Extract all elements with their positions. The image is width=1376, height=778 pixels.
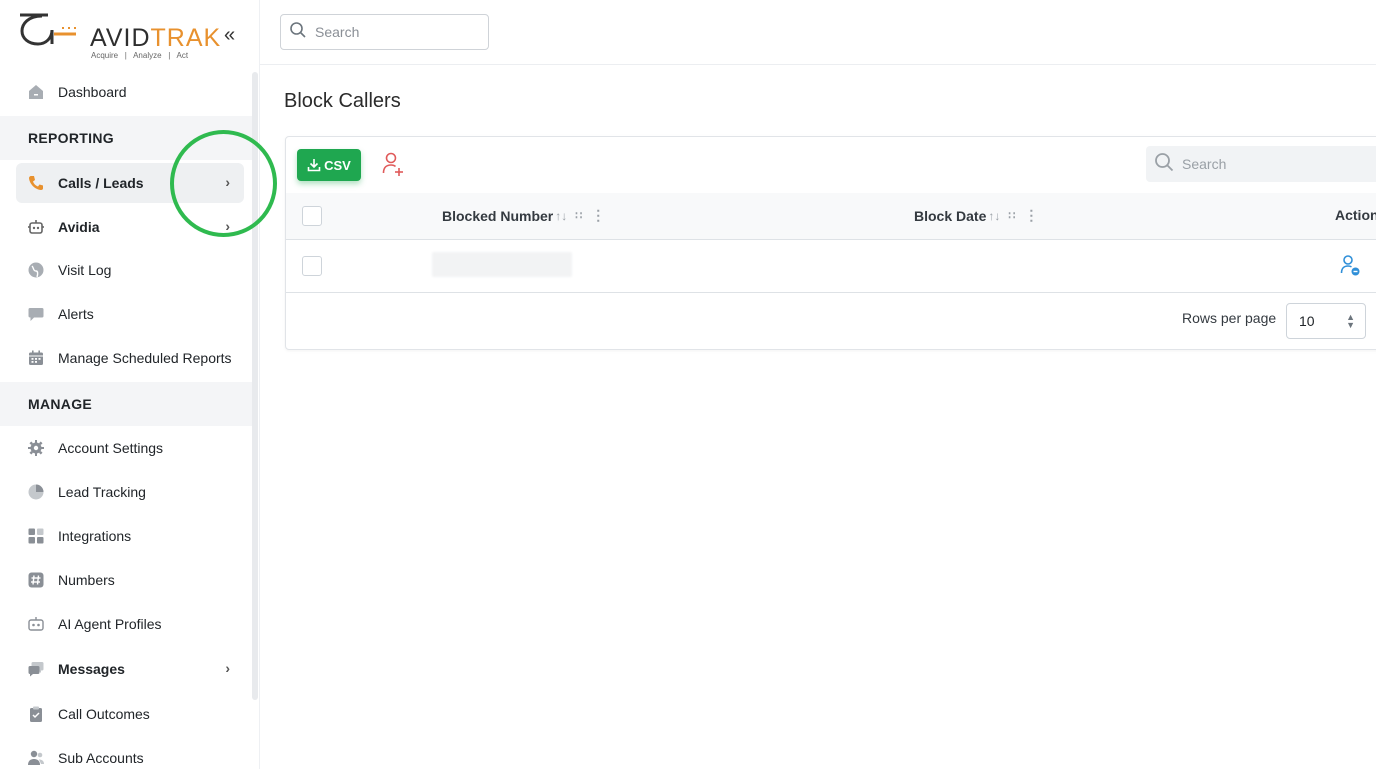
brand-wordmark: AVIDTRAK bbox=[90, 24, 222, 52]
sidebar-item-label: Manage Scheduled Reports bbox=[58, 350, 232, 366]
sidebar-item-messages[interactable]: Messages › bbox=[16, 649, 244, 689]
globe-icon bbox=[26, 260, 46, 280]
column-label: Blocked Number bbox=[442, 207, 554, 224]
sidebar-item-label: Dashboard bbox=[58, 84, 127, 100]
sidebar-item-lead-tracking[interactable]: Lead Tracking bbox=[16, 472, 244, 512]
section-reporting: REPORTING bbox=[0, 116, 252, 160]
chevron-right-icon[interactable]: › bbox=[225, 218, 230, 234]
sidebar-item-label: Numbers bbox=[58, 572, 115, 588]
avidtrak-logo-mark bbox=[20, 13, 76, 46]
sidebar-item-label: Visit Log bbox=[58, 262, 112, 278]
column-header-block-date[interactable]: Block Date ↑↓ ∷ ⋮ bbox=[914, 207, 1038, 224]
gear-icon bbox=[26, 438, 46, 458]
sidebar-item-label: Call Outcomes bbox=[58, 706, 150, 722]
sidebar-item-label: Avidia bbox=[58, 219, 100, 235]
users-icon bbox=[26, 748, 46, 768]
home-icon bbox=[26, 82, 46, 102]
sort-icon[interactable]: ↑↓ bbox=[555, 209, 567, 223]
sidebar-item-visit-log[interactable]: Visit Log bbox=[16, 250, 244, 290]
sidebar-item-ai-agent-profiles[interactable]: AI Agent Profiles bbox=[16, 604, 244, 644]
top-bar bbox=[260, 0, 1376, 65]
sidebar-item-calls-leads[interactable]: Calls / Leads › bbox=[16, 163, 244, 203]
table-search-input[interactable] bbox=[1182, 156, 1372, 172]
sidebar-item-label: AI Agent Profiles bbox=[58, 616, 162, 632]
sidebar-item-label: Account Settings bbox=[58, 440, 164, 456]
calendar-icon bbox=[26, 348, 46, 368]
sidebar-item-account-settings[interactable]: Account Settings bbox=[16, 428, 244, 468]
sidebar-item-label: Sub Accounts bbox=[58, 750, 144, 766]
sidebar-item-label: Lead Tracking bbox=[58, 484, 146, 500]
sidebar-item-integrations[interactable]: Integrations bbox=[16, 516, 244, 556]
block-callers-table-card: CSV Blocked Number ↑↓ ∷ ⋮ Block Date ↑↓ … bbox=[285, 136, 1376, 350]
column-label: Action bbox=[1335, 207, 1376, 223]
unblock-caller-button[interactable] bbox=[1340, 254, 1362, 278]
sidebar-item-avidia[interactable]: Avidia › bbox=[16, 207, 244, 247]
global-search[interactable] bbox=[280, 14, 489, 50]
row-checkbox[interactable] bbox=[302, 256, 322, 276]
chevron-right-icon[interactable]: › bbox=[225, 660, 230, 676]
rows-per-page-label: Rows per page bbox=[1182, 310, 1277, 326]
add-user-icon bbox=[382, 152, 403, 176]
column-label: Block Date bbox=[914, 207, 987, 224]
sidebar-item-numbers[interactable]: Numbers bbox=[16, 560, 244, 600]
export-csv-button[interactable]: CSV bbox=[297, 149, 361, 181]
brand-logo[interactable]: AVIDTRAK Acquire | Analyze | Act bbox=[18, 10, 222, 62]
page-title: Block Callers bbox=[284, 90, 401, 112]
csv-label: CSV bbox=[324, 157, 351, 173]
sidebar: AVIDTRAK Acquire | Analyze | Act « Dashb… bbox=[0, 0, 260, 769]
table-search[interactable] bbox=[1146, 146, 1376, 182]
download-icon bbox=[307, 159, 321, 172]
rows-per-page-select[interactable]: 10 ▲ ▼ bbox=[1286, 303, 1366, 339]
column-header-blocked-number[interactable]: Blocked Number ↑↓ ∷ ⋮ bbox=[442, 207, 605, 224]
column-menu-icon[interactable]: ⋮ bbox=[1024, 207, 1038, 224]
chat-icon bbox=[26, 304, 46, 324]
sidebar-item-manage-scheduled-reports[interactable]: Manage Scheduled Reports bbox=[16, 338, 244, 378]
search-icon bbox=[1154, 152, 1174, 177]
sidebar-scrollbar[interactable] bbox=[252, 72, 258, 700]
sidebar-item-label: Calls / Leads bbox=[58, 175, 144, 191]
sidebar-item-label: Alerts bbox=[58, 306, 94, 322]
sidebar-item-call-outcomes[interactable]: Call Outcomes bbox=[16, 694, 244, 734]
global-search-input[interactable] bbox=[315, 24, 475, 40]
add-blocked-caller-button[interactable] bbox=[382, 151, 406, 179]
sort-icon[interactable]: ↑↓ bbox=[988, 209, 1000, 223]
search-icon bbox=[289, 21, 307, 44]
brand-tagline: Acquire | Analyze | Act bbox=[91, 51, 189, 60]
rows-per-page-value: 10 bbox=[1299, 313, 1315, 329]
sidebar-item-label: Integrations bbox=[58, 528, 132, 544]
user-unblock-icon bbox=[1340, 255, 1360, 276]
sidebar-item-alerts[interactable]: Alerts bbox=[16, 294, 244, 334]
phone-icon bbox=[26, 173, 46, 193]
drag-handle-icon[interactable]: ∷ bbox=[1008, 209, 1015, 222]
robot-icon bbox=[26, 217, 46, 237]
select-arrows-icon: ▲ ▼ bbox=[1346, 312, 1355, 330]
column-menu-icon[interactable]: ⋮ bbox=[591, 207, 605, 224]
clipboard-icon bbox=[26, 704, 46, 724]
pie-chart-icon bbox=[26, 482, 46, 502]
sidebar-item-sub-accounts[interactable]: Sub Accounts bbox=[16, 738, 244, 778]
chevron-right-icon[interactable]: › bbox=[225, 174, 230, 190]
hash-icon bbox=[26, 570, 46, 590]
grid-icon bbox=[26, 526, 46, 546]
sidebar-item-dashboard[interactable]: Dashboard bbox=[16, 72, 244, 112]
sidebar-item-label: Messages bbox=[58, 661, 125, 677]
select-all-checkbox[interactable] bbox=[302, 206, 322, 226]
section-manage: MANAGE bbox=[0, 382, 252, 426]
table-header: Blocked Number ↑↓ ∷ ⋮ Block Date ↑↓ ∷ ⋮ … bbox=[286, 193, 1376, 240]
messages-icon bbox=[26, 659, 46, 679]
agent-icon bbox=[26, 614, 46, 634]
collapse-sidebar-icon[interactable]: « bbox=[224, 24, 235, 47]
column-header-action: Action bbox=[1335, 207, 1376, 223]
blocked-number-redacted bbox=[432, 252, 572, 277]
table-row bbox=[286, 240, 1376, 293]
drag-handle-icon[interactable]: ∷ bbox=[575, 209, 582, 222]
